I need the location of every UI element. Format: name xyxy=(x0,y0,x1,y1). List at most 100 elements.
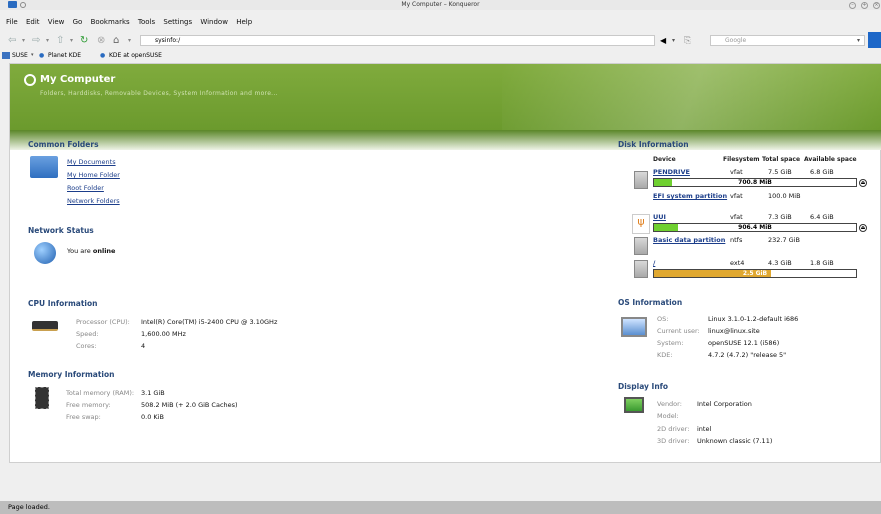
drive-icon xyxy=(634,171,648,189)
cpu-label: Cores: xyxy=(76,342,97,350)
location-dropdown-icon[interactable]: ▾ xyxy=(672,35,675,47)
bookmark-planet-kde[interactable]: Planet KDE xyxy=(48,52,81,59)
os-value: Linux 3.1.0-1.2-default i686 xyxy=(708,315,799,323)
close-icon[interactable]: × xyxy=(873,2,880,9)
col-total-space: Total space xyxy=(762,156,801,163)
menu-bookmarks[interactable]: Bookmarks xyxy=(91,18,130,26)
status-bar: Page loaded. xyxy=(0,501,881,514)
folder-icon xyxy=(2,52,10,59)
forward-dropdown-icon[interactable]: ▾ xyxy=(46,35,49,47)
stop-icon[interactable]: ⊗ xyxy=(97,35,105,47)
drive-icon xyxy=(634,237,648,255)
clear-location-icon[interactable]: ◀ xyxy=(660,35,666,47)
computer-icon xyxy=(24,74,36,86)
window-title: My Computer – Konqueror xyxy=(401,1,480,8)
menu-go[interactable]: Go xyxy=(73,18,83,26)
page-content: My Computer Folders, Harddisks, Removabl… xyxy=(9,63,881,463)
disk-available: 6.4 GiB xyxy=(810,213,834,221)
memory-chip-icon xyxy=(35,387,49,409)
os-heading: OS Information xyxy=(618,298,683,307)
cpu-icon xyxy=(32,321,58,331)
link-root-folder[interactable]: Root Folder xyxy=(67,184,104,192)
menu-file[interactable]: File xyxy=(6,18,18,26)
disk-device-link[interactable]: UUI xyxy=(653,213,666,221)
eject-icon[interactable]: ⏏ xyxy=(859,179,867,187)
folder-icon xyxy=(30,156,58,178)
banner-gradient xyxy=(10,130,881,150)
os-label: System: xyxy=(657,339,684,347)
disk-device-link[interactable]: EFI system partition xyxy=(653,192,727,200)
disk-filesystem: vfat xyxy=(730,168,743,176)
link-network-folders[interactable]: Network Folders xyxy=(67,197,120,205)
up-icon[interactable]: ⇧ xyxy=(56,35,64,47)
konqueror-window: My Computer – Konqueror – + × File Edit … xyxy=(0,0,881,514)
link-my-home-folder[interactable]: My Home Folder xyxy=(67,171,120,179)
memory-label: Total memory (RAM): xyxy=(66,389,135,397)
link-my-documents[interactable]: My Documents xyxy=(67,158,116,166)
common-folders-heading: Common Folders xyxy=(28,140,99,149)
menu-bar: File Edit View Go Bookmarks Tools Settin… xyxy=(0,18,881,31)
disk-filesystem: ext4 xyxy=(730,259,745,267)
network-status-heading: Network Status xyxy=(28,226,94,235)
globe-icon: ● xyxy=(100,52,106,59)
menu-help[interactable]: Help xyxy=(236,18,252,26)
display-label: 2D driver: xyxy=(657,425,690,433)
up-dropdown-icon[interactable]: ▾ xyxy=(70,35,73,47)
search-input[interactable]: Google xyxy=(710,35,865,46)
eject-icon[interactable]: ⏏ xyxy=(859,224,867,232)
header-banner: My Computer Folders, Harddisks, Removabl… xyxy=(10,64,881,130)
location-bar[interactable]: sysinfo:/ xyxy=(140,35,655,46)
os-value: linux@linux.site xyxy=(708,327,760,335)
memory-value: 0.0 KiB xyxy=(141,413,164,421)
disk-device-link[interactable]: PENDRIVE xyxy=(653,168,690,176)
memory-value: 3.1 GiB xyxy=(141,389,165,397)
disk-usage-bar: 2.5 GiB xyxy=(653,269,857,278)
home-icon[interactable]: ⌂ xyxy=(113,35,119,47)
disk-usage-label: 2.5 GiB xyxy=(742,270,768,277)
bookmark-kde-opensuse[interactable]: KDE at openSUSE xyxy=(109,52,162,59)
disk-usage-bar: 906.4 MiB xyxy=(653,223,857,232)
display-label: Vendor: xyxy=(657,400,682,408)
minimize-icon[interactable]: – xyxy=(849,2,856,9)
globe-icon xyxy=(34,242,56,264)
disk-total: 100.0 MiB xyxy=(768,192,801,200)
cpu-value: 4 xyxy=(141,342,146,350)
disk-device-link[interactable]: / xyxy=(653,259,655,267)
reload-icon[interactable]: ↻ xyxy=(80,35,88,47)
bookmark-dropdown-icon[interactable]: ▾ xyxy=(31,52,34,58)
globe-icon: ● xyxy=(39,52,45,59)
os-label: KDE: xyxy=(657,351,673,359)
maximize-icon[interactable]: + xyxy=(861,2,868,9)
cpu-value: Intel(R) Core(TM) i5-2400 CPU @ 3.10GHz xyxy=(141,318,278,326)
os-value: 4.7.2 (4.7.2) "release 5" xyxy=(708,351,787,359)
usb-drive-icon: ψ xyxy=(632,214,650,234)
disk-device-link[interactable]: Basic data partition xyxy=(653,236,725,244)
col-filesystem: Filesystem xyxy=(723,156,760,163)
display-label: 3D driver: xyxy=(657,437,690,445)
back-icon[interactable]: ⇦ xyxy=(8,35,16,47)
os-label: OS: xyxy=(657,315,669,323)
cpu-label: Speed: xyxy=(76,330,99,338)
disk-total: 232.7 GiB xyxy=(768,236,800,244)
disk-usage-label: 700.8 MiB xyxy=(738,179,772,186)
go-icon[interactable]: ⎘ xyxy=(684,35,691,47)
bookmark-suse[interactable]: SUSE xyxy=(12,52,28,59)
disk-total: 7.3 GiB xyxy=(768,213,792,221)
menu-tools[interactable]: Tools xyxy=(138,18,155,26)
banner-shine xyxy=(502,64,881,130)
home-dropdown-icon[interactable]: ▾ xyxy=(128,35,131,47)
menu-window[interactable]: Window xyxy=(200,18,228,26)
back-dropdown-icon[interactable]: ▾ xyxy=(22,35,25,47)
menu-view[interactable]: View xyxy=(48,18,65,26)
search-dropdown-icon[interactable]: ▾ xyxy=(857,35,860,47)
disk-usage-label: 906.4 MiB xyxy=(738,224,772,231)
main-toolbar: ⇦ ▾ ⇨ ▾ ⇧ ▾ ↻ ⊗ ⌂ ▾ sysinfo:/ ◀ ▾ ⎘ Goog… xyxy=(0,33,881,49)
menu-edit[interactable]: Edit xyxy=(26,18,40,26)
col-available-space: Available space xyxy=(804,156,857,163)
disk-available: 1.8 GiB xyxy=(810,259,834,267)
title-bar: My Computer – Konqueror – + × xyxy=(0,0,881,10)
menu-settings[interactable]: Settings xyxy=(163,18,192,26)
disk-total: 4.3 GiB xyxy=(768,259,792,267)
display-label: Model: xyxy=(657,412,679,420)
forward-icon[interactable]: ⇨ xyxy=(32,35,40,47)
